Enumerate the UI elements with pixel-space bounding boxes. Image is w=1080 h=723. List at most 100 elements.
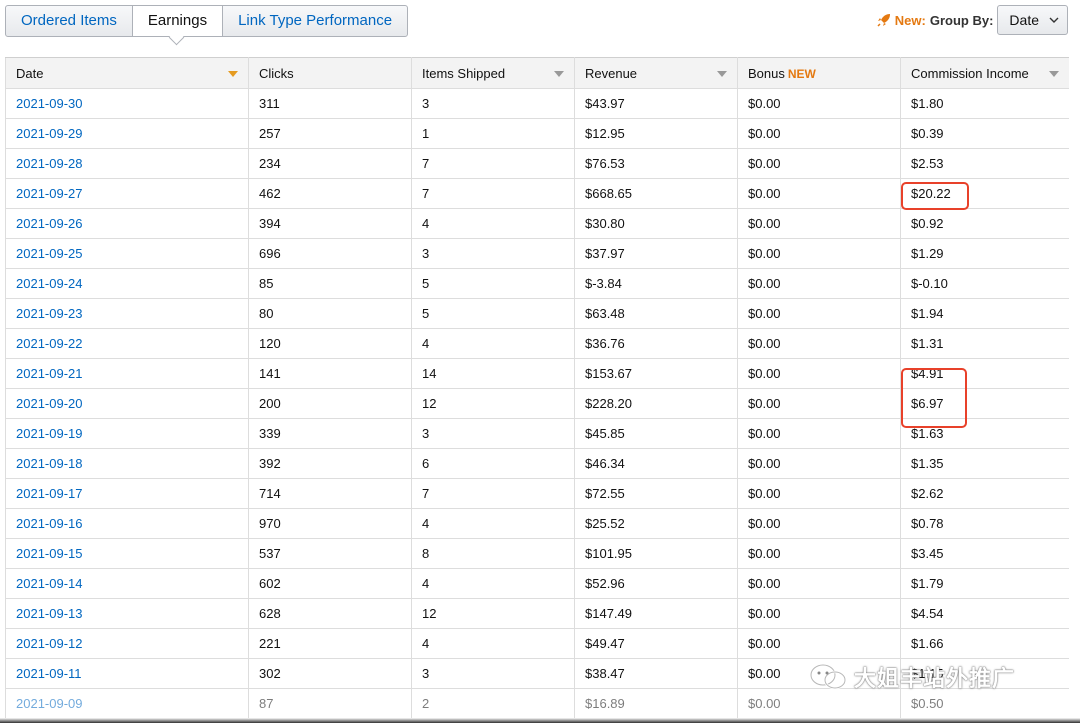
cell-revenue: $36.76 — [574, 328, 738, 359]
column-header-commission-income[interactable]: Commission Income — [900, 57, 1069, 89]
cell-bonus: $0.00 — [737, 268, 901, 299]
cell-date[interactable]: 2021-09-12 — [5, 628, 249, 659]
cell-commission-income: $-0.10 — [900, 268, 1069, 299]
cell-bonus: $0.00 — [737, 118, 901, 149]
cell-date[interactable]: 2021-09-19 — [5, 418, 249, 449]
cell-date[interactable]: 2021-09-24 — [5, 268, 249, 299]
cell-date[interactable]: 2021-09-28 — [5, 148, 249, 179]
cell-date[interactable]: 2021-09-26 — [5, 208, 249, 239]
column-header-revenue[interactable]: Revenue — [574, 57, 738, 89]
cell-date[interactable]: 2021-09-30 — [5, 88, 249, 119]
sort-arrow-icon[interactable] — [228, 71, 238, 77]
cell-date[interactable]: 2021-09-18 — [5, 448, 249, 479]
tab-earnings[interactable]: Earnings — [131, 6, 223, 36]
column-header-items-shipped[interactable]: Items Shipped — [411, 57, 575, 89]
chevron-down-icon — [1049, 17, 1059, 23]
group-by-select[interactable]: Date — [997, 5, 1068, 35]
earnings-table-container: Date Clicks Items Shipped Revenue Bonus N… — [5, 57, 1069, 723]
cell-date[interactable]: 2021-09-15 — [5, 538, 249, 569]
cell-items-shipped: 12 — [411, 598, 575, 629]
cell-clicks: 234 — [248, 148, 412, 179]
cell-date[interactable]: 2021-09-27 — [5, 178, 249, 209]
date-link[interactable]: 2021-09-17 — [16, 486, 83, 501]
cell-date[interactable]: 2021-09-23 — [5, 298, 249, 329]
sort-arrow-icon[interactable] — [717, 71, 727, 77]
cell-date[interactable]: 2021-09-09 — [5, 688, 249, 719]
date-link[interactable]: 2021-09-27 — [16, 186, 83, 201]
cell-clicks: 200 — [248, 388, 412, 419]
table-row: 2021-09-29 257 1 $12.95 $0.00 $0.39 — [5, 118, 1069, 149]
tab-link-type-performance[interactable]: Link Type Performance — [222, 6, 407, 36]
table-row: 2021-09-16 970 4 $25.52 $0.00 $0.78 — [5, 508, 1069, 539]
cell-date[interactable]: 2021-09-11 — [5, 658, 249, 689]
date-link[interactable]: 2021-09-28 — [16, 156, 83, 171]
column-header-date[interactable]: Date — [5, 57, 249, 89]
table-row: 2021-09-12 221 4 $49.47 $0.00 $1.66 — [5, 628, 1069, 659]
date-link[interactable]: 2021-09-09 — [16, 696, 83, 711]
table-row: 2021-09-23 80 5 $63.48 $0.00 $1.94 — [5, 298, 1069, 329]
cell-clicks: 970 — [248, 508, 412, 539]
date-link[interactable]: 2021-09-20 — [16, 396, 83, 411]
cell-date[interactable]: 2021-09-14 — [5, 568, 249, 599]
window-bottom-edge — [0, 718, 1080, 723]
cell-bonus: $0.00 — [737, 238, 901, 269]
cell-revenue: $37.97 — [574, 238, 738, 269]
sort-arrow-icon[interactable] — [1049, 71, 1059, 77]
cell-bonus: $0.00 — [737, 448, 901, 479]
cell-commission-income: $2.62 — [900, 478, 1069, 509]
date-link[interactable]: 2021-09-26 — [16, 216, 83, 231]
cell-clicks: 87 — [248, 688, 412, 719]
cell-items-shipped: 3 — [411, 658, 575, 689]
date-link[interactable]: 2021-09-24 — [16, 276, 83, 291]
cell-revenue: $52.96 — [574, 568, 738, 599]
cell-date[interactable]: 2021-09-16 — [5, 508, 249, 539]
cell-clicks: 628 — [248, 598, 412, 629]
date-link[interactable]: 2021-09-13 — [16, 606, 83, 621]
date-link[interactable]: 2021-09-18 — [16, 456, 83, 471]
date-link[interactable]: 2021-09-14 — [16, 576, 83, 591]
cell-clicks: 257 — [248, 118, 412, 149]
tab-ordered-items[interactable]: Ordered Items — [6, 6, 132, 36]
date-link[interactable]: 2021-09-12 — [16, 636, 83, 651]
cell-date[interactable]: 2021-09-29 — [5, 118, 249, 149]
cell-revenue: $49.47 — [574, 628, 738, 659]
cell-date[interactable]: 2021-09-13 — [5, 598, 249, 629]
cell-clicks: 696 — [248, 238, 412, 269]
date-link[interactable]: 2021-09-19 — [16, 426, 83, 441]
cell-commission-income: $1.35 — [900, 448, 1069, 479]
cell-bonus: $0.00 — [737, 298, 901, 329]
cell-bonus: $0.00 — [737, 208, 901, 239]
cell-bonus: $0.00 — [737, 418, 901, 449]
cell-date[interactable]: 2021-09-20 — [5, 388, 249, 419]
cell-date[interactable]: 2021-09-25 — [5, 238, 249, 269]
date-link[interactable]: 2021-09-21 — [16, 366, 83, 381]
group-by-label: Group By: — [929, 12, 994, 28]
cell-clicks: 537 — [248, 538, 412, 569]
date-link[interactable]: 2021-09-11 — [16, 666, 82, 681]
cell-clicks: 80 — [248, 298, 412, 329]
cell-items-shipped: 3 — [411, 88, 575, 119]
report-tabs: Ordered Items Earnings Link Type Perform… — [5, 5, 409, 37]
cell-clicks: 311 — [248, 88, 412, 119]
cell-clicks: 392 — [248, 448, 412, 479]
cell-date[interactable]: 2021-09-17 — [5, 478, 249, 509]
cell-revenue: $38.47 — [574, 658, 738, 689]
cell-clicks: 85 — [248, 268, 412, 299]
cell-items-shipped: 14 — [411, 358, 575, 389]
date-link[interactable]: 2021-09-25 — [16, 246, 83, 261]
date-link[interactable]: 2021-09-16 — [16, 516, 83, 531]
date-link[interactable]: 2021-09-23 — [16, 306, 83, 321]
cell-revenue: $12.95 — [574, 118, 738, 149]
date-link[interactable]: 2021-09-22 — [16, 336, 83, 351]
date-link[interactable]: 2021-09-30 — [16, 96, 83, 111]
sort-arrow-icon[interactable] — [554, 71, 564, 77]
table-row: 2021-09-17 714 7 $72.55 $0.00 $2.62 — [5, 478, 1069, 509]
date-link[interactable]: 2021-09-15 — [16, 546, 83, 561]
cell-revenue: $76.53 — [574, 148, 738, 179]
date-link[interactable]: 2021-09-29 — [16, 126, 83, 141]
column-header-clicks: Clicks — [248, 57, 412, 89]
cell-date[interactable]: 2021-09-21 — [5, 358, 249, 389]
table-row: 2021-09-19 339 3 $45.85 $0.00 $1.63 — [5, 418, 1069, 449]
cell-bonus: $0.00 — [737, 148, 901, 179]
cell-date[interactable]: 2021-09-22 — [5, 328, 249, 359]
